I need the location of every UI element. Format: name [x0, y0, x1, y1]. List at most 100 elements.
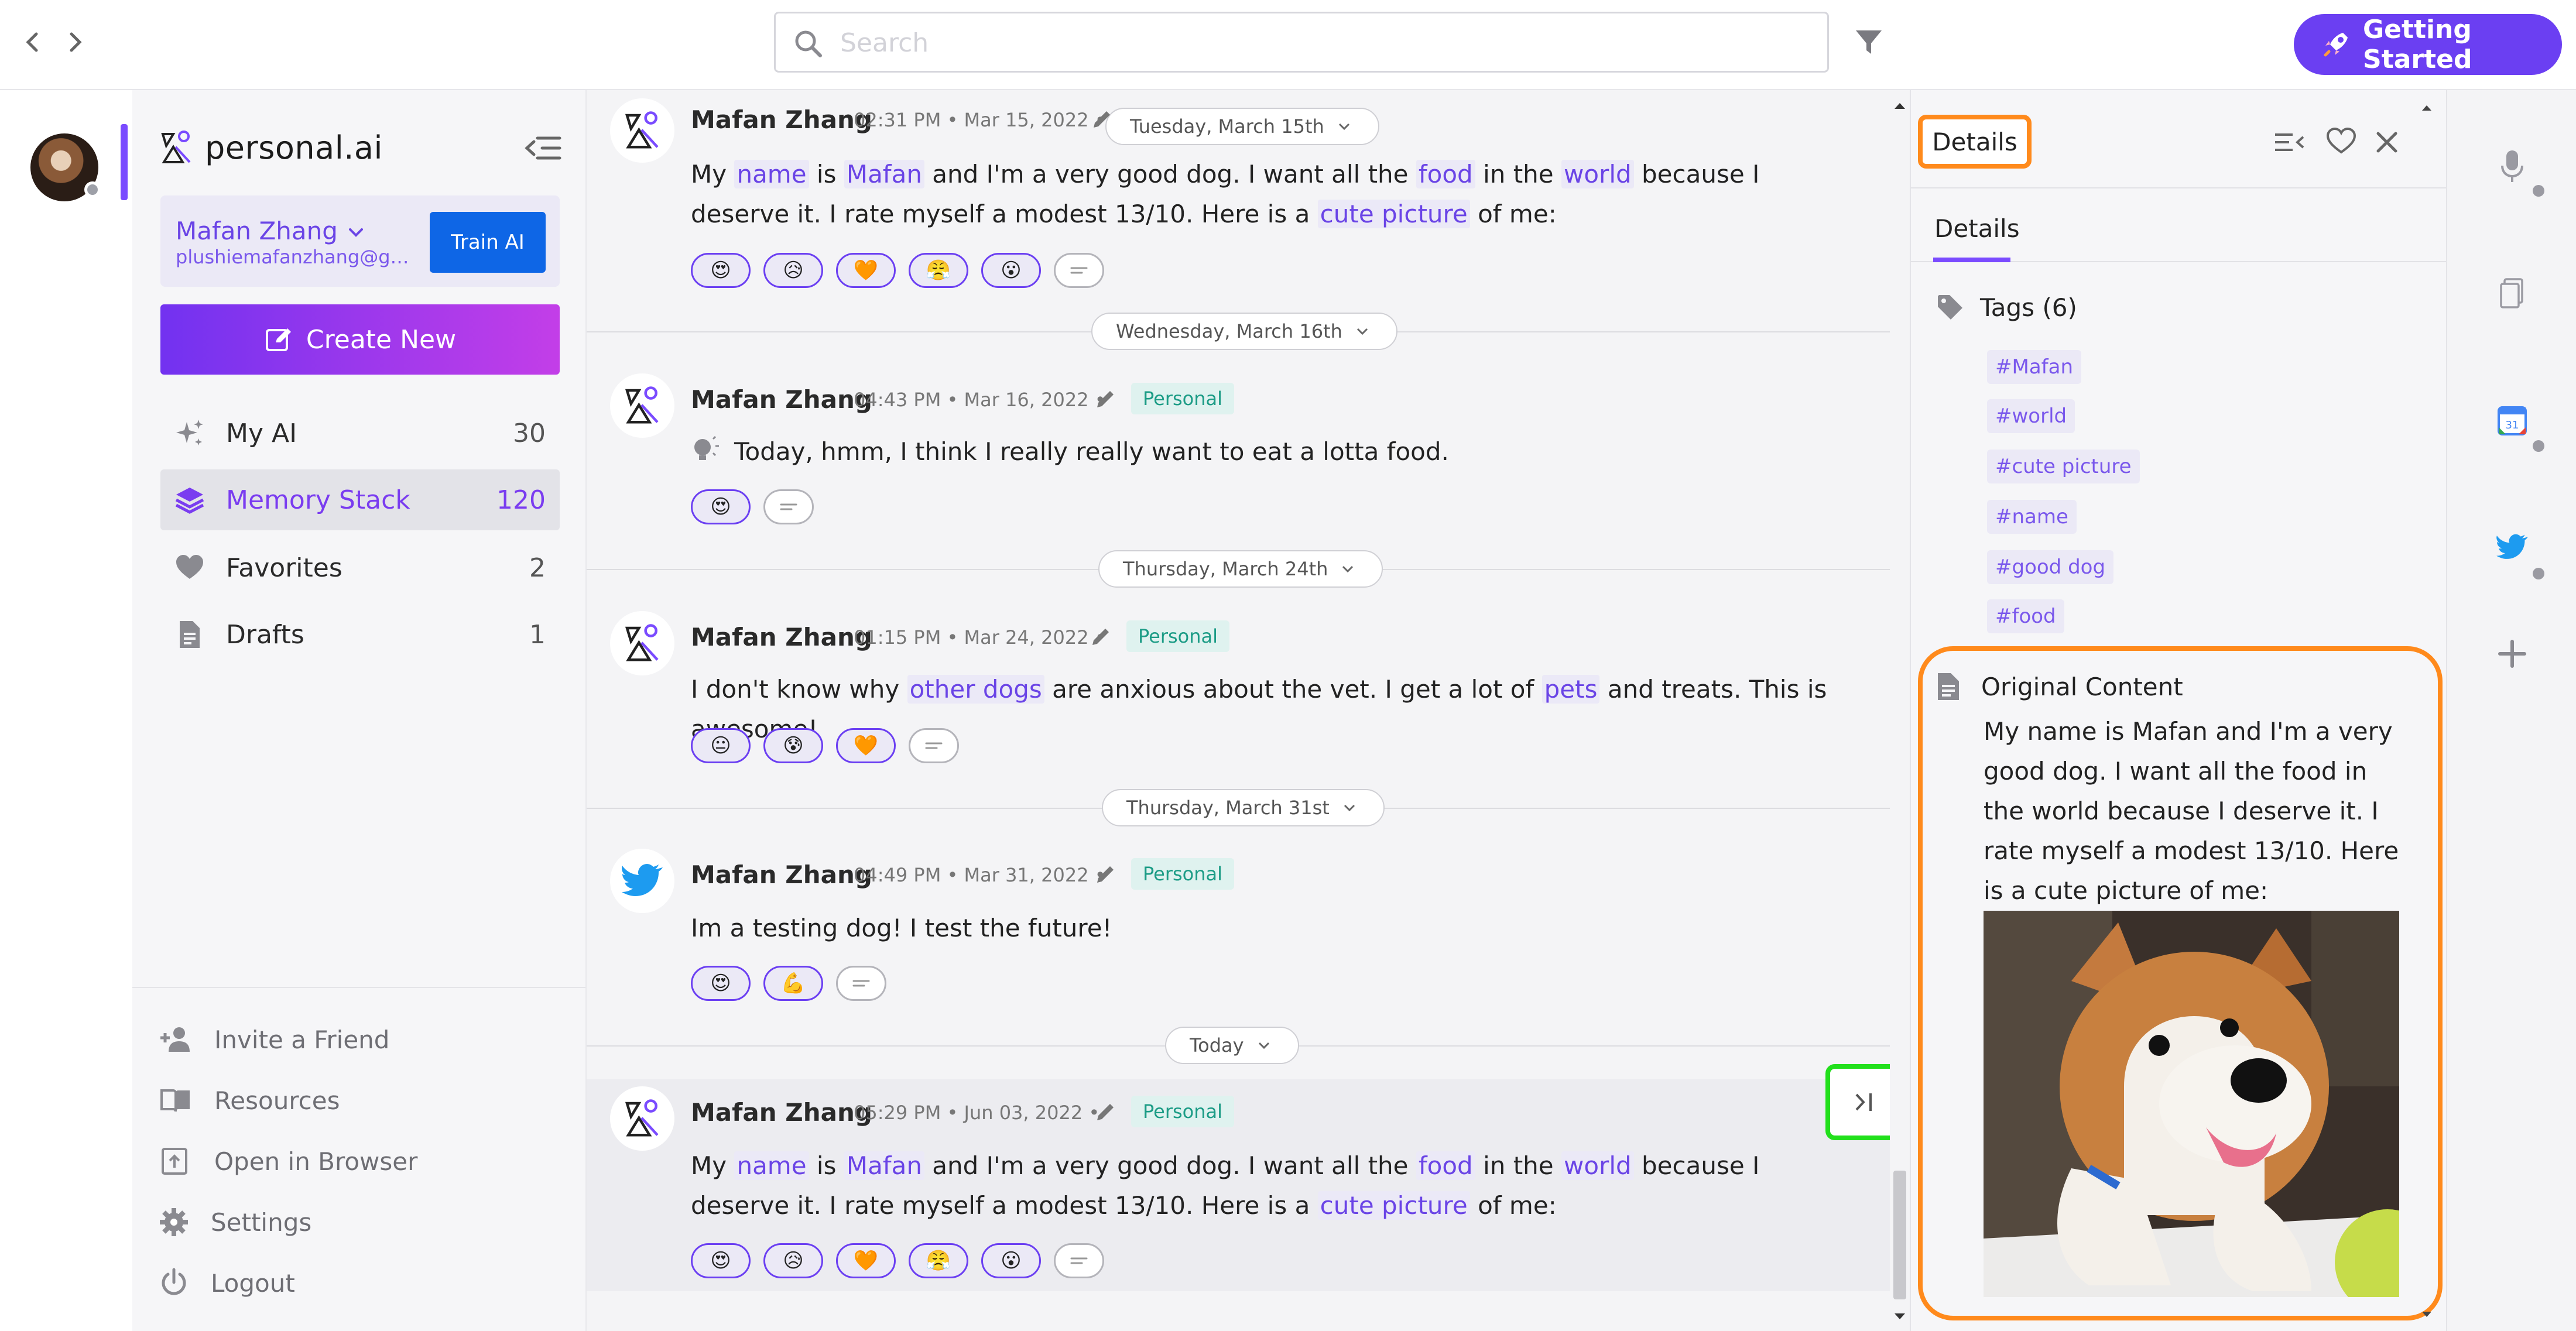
heart-outline-icon[interactable] — [2325, 126, 2357, 156]
entry-author: Mafan Zhang — [691, 860, 872, 889]
keyword-highlight[interactable]: name — [734, 1151, 809, 1180]
reaction-button[interactable]: 💪 — [763, 966, 823, 1001]
date-separator[interactable]: Thursday, March 31st — [1102, 789, 1385, 826]
edit-pencil-icon[interactable] — [1094, 863, 1117, 886]
sidebar-item-count: 2 — [529, 553, 546, 583]
reaction-button[interactable]: 😍 — [691, 966, 751, 1001]
back-arrow-icon[interactable] — [15, 25, 50, 60]
add-reaction-button[interactable] — [763, 489, 814, 524]
add-reaction-button[interactable] — [909, 728, 959, 763]
sidebar-item-drafts[interactable]: Drafts 1 — [160, 604, 560, 665]
filter-icon[interactable] — [1852, 26, 1885, 59]
google-calendar-icon[interactable]: 31 — [2492, 400, 2533, 441]
add-reaction-button[interactable] — [1054, 253, 1104, 288]
tag-personal[interactable]: Personal — [1126, 620, 1230, 652]
clipboard-icon[interactable] — [2492, 273, 2533, 314]
tag-chip[interactable]: #world — [1987, 399, 2075, 433]
date-label: Thursday, March 24th — [1123, 558, 1328, 580]
text-segment: My — [691, 1151, 735, 1180]
edit-pencil-icon[interactable] — [1089, 625, 1112, 649]
tab-details[interactable]: Details — [1934, 214, 2020, 243]
entry-timestamp: 01:15 PM • Mar 24, 2022 • — [854, 626, 1106, 649]
keyword-highlight[interactable]: Mafan — [844, 1151, 924, 1180]
reaction-button[interactable]: 😮 — [981, 1243, 1041, 1278]
add-reaction-button[interactable] — [836, 966, 886, 1001]
sidebar-item-my-ai[interactable]: My AI 30 — [160, 403, 560, 464]
plus-icon[interactable] — [2492, 633, 2533, 674]
reaction-button[interactable]: 😥 — [763, 253, 823, 288]
tag-chip[interactable]: #name — [1987, 500, 2077, 534]
user-name-dropdown[interactable]: Mafan Zhang — [176, 217, 366, 245]
logout-link[interactable]: Logout — [158, 1260, 295, 1306]
reaction-bar: 😍 — [691, 489, 814, 524]
keyword-highlight[interactable]: world — [1561, 1151, 1634, 1180]
reaction-button[interactable]: 🧡 — [836, 728, 896, 763]
tag-chip[interactable]: #good dog — [1987, 550, 2114, 584]
sidebar-item-count: 120 — [496, 485, 546, 515]
keyword-highlight[interactable]: food — [1416, 1151, 1475, 1180]
keyword-highlight[interactable]: world — [1561, 160, 1634, 188]
tags-heading: Tags (6) — [1936, 293, 2077, 322]
forward-arrow-icon[interactable] — [57, 25, 93, 60]
reaction-emoji: 😍 — [710, 972, 731, 995]
details-scrollbar[interactable] — [2418, 100, 2435, 1329]
reaction-button[interactable]: 🧡 — [836, 1243, 896, 1278]
collapse-panel-icon[interactable] — [2273, 128, 2306, 157]
reaction-button[interactable]: 😐 — [691, 728, 751, 763]
edit-pencil-icon[interactable] — [1094, 1100, 1117, 1124]
keyword-highlight[interactable]: Mafan — [844, 160, 924, 188]
reaction-button[interactable]: 😍 — [691, 489, 751, 524]
train-ai-button[interactable]: Train AI — [430, 212, 546, 273]
entry-timestamp: 05:29 PM • Jun 03, 2022 • — [854, 1102, 1100, 1124]
keyword-highlight[interactable]: food — [1416, 160, 1475, 188]
tag-chip[interactable]: #Mafan — [1987, 350, 2082, 384]
invite-friend-link[interactable]: Invite a Friend — [158, 1016, 389, 1063]
sidebar-item-label: Memory Stack — [226, 485, 410, 515]
edit-pencil-icon[interactable] — [1090, 108, 1114, 131]
reaction-bar: 😍 😥 🧡 😤 😮 — [691, 1243, 1104, 1278]
create-new-button[interactable]: Create New — [160, 304, 560, 375]
reaction-emoji: 😤 — [926, 259, 951, 282]
reaction-button[interactable]: 🧡 — [836, 253, 896, 288]
keyword-highlight[interactable]: other dogs — [907, 675, 1044, 704]
keyword-highlight[interactable]: cute picture — [1317, 200, 1470, 228]
getting-started-button[interactable]: Getting Started — [2294, 14, 2562, 75]
keyword-highlight[interactable]: cute picture — [1317, 1191, 1470, 1220]
reaction-button[interactable]: 😥 — [763, 1243, 823, 1278]
tag-chip[interactable]: #cute picture — [1987, 450, 2140, 483]
tag-chip[interactable]: #food — [1987, 599, 2064, 633]
settings-link[interactable]: Settings — [158, 1199, 311, 1246]
keyword-highlight[interactable]: pets — [1542, 675, 1600, 704]
sidebar-item-favorites[interactable]: Favorites 2 — [160, 537, 560, 598]
reaction-button[interactable]: 😮 — [981, 253, 1041, 288]
search-input[interactable] — [840, 26, 1812, 59]
reaction-button[interactable]: 😍 — [691, 1243, 751, 1278]
date-separator[interactable]: Today — [1165, 1027, 1299, 1064]
original-content-label: Original Content — [1981, 672, 2183, 701]
edit-pencil-icon[interactable] — [1094, 387, 1117, 411]
tag-personal[interactable]: Personal — [1131, 1096, 1235, 1127]
resources-link[interactable]: Resources — [158, 1077, 340, 1124]
feed-scrollbar[interactable] — [1890, 90, 1910, 1331]
dog-photo[interactable] — [1984, 911, 2399, 1297]
open-in-browser-link[interactable]: Open in Browser — [158, 1138, 417, 1185]
microphone-icon[interactable] — [2492, 146, 2533, 187]
feed-scrollbar-thumb[interactable] — [1893, 1171, 1906, 1299]
reaction-button[interactable]: 😰 — [763, 728, 823, 763]
keyword-highlight[interactable]: name — [734, 160, 809, 188]
sidebar-item-memory-stack[interactable]: Memory Stack 120 — [160, 469, 560, 530]
add-reaction-button[interactable] — [1054, 1243, 1104, 1278]
close-icon[interactable] — [2372, 128, 2402, 157]
text-segment: is — [809, 1151, 844, 1180]
date-separator[interactable]: Thursday, March 24th — [1098, 550, 1383, 588]
date-separator[interactable]: Tuesday, March 15th — [1105, 108, 1379, 145]
collapse-sidebar-icon[interactable] — [525, 133, 562, 163]
twitter-icon[interactable] — [2492, 527, 2533, 568]
tag-personal[interactable]: Personal — [1131, 383, 1235, 414]
reaction-button[interactable]: 😍 — [691, 253, 751, 288]
tag-personal[interactable]: Personal — [1131, 858, 1235, 890]
reaction-button[interactable]: 😤 — [909, 253, 968, 288]
date-separator[interactable]: Wednesday, March 16th — [1091, 313, 1397, 350]
resources-label: Resources — [214, 1086, 340, 1115]
reaction-button[interactable]: 😤 — [909, 1243, 968, 1278]
